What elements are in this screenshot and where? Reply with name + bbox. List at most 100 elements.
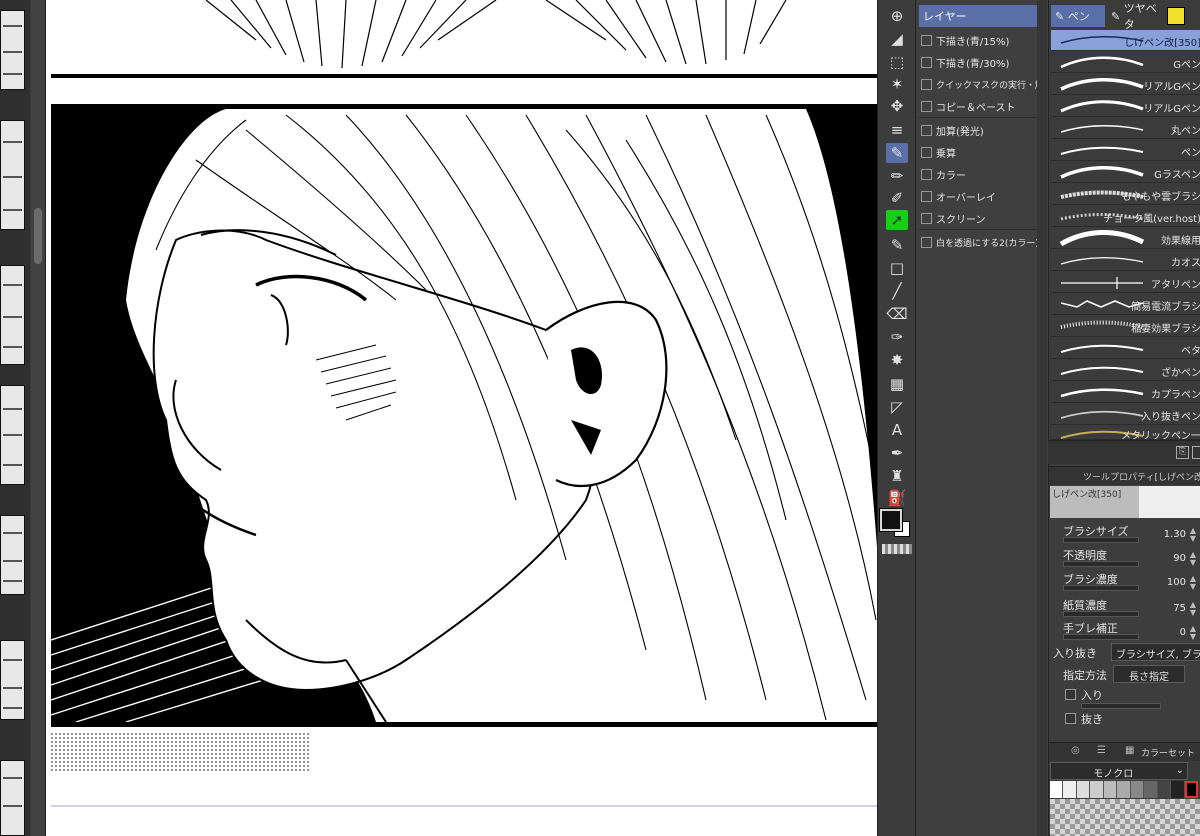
line-tool-icon[interactable]: ╱ xyxy=(886,281,908,301)
brush-item[interactable]: 稲妻効果ブラシ xyxy=(1051,316,1200,337)
auto-action-scrollbar[interactable] xyxy=(1037,0,1047,836)
eraser-tool-icon[interactable]: ⌫ xyxy=(886,304,908,324)
color-swatch[interactable] xyxy=(1076,781,1091,798)
brush-item[interactable]: メタリックペン一 xyxy=(1051,426,1200,440)
brush-tool-icon[interactable]: ✐ xyxy=(886,188,908,208)
brush-item[interactable]: アタリペン xyxy=(1051,272,1200,293)
transparent-color-swatch[interactable] xyxy=(882,544,912,554)
text-tool-icon[interactable]: A xyxy=(886,420,908,440)
paper-texture-value[interactable]: 75 xyxy=(1173,603,1186,614)
brush-item[interactable]: 効果線用 xyxy=(1051,228,1200,249)
brush-density-value[interactable]: 100 xyxy=(1167,577,1186,588)
page-strip-scrollbar[interactable] xyxy=(31,0,45,836)
brush-item[interactable]: Gラスペン xyxy=(1051,162,1200,183)
effect-line-tool-icon[interactable]: ✸ xyxy=(886,350,908,370)
auto-select-tool-icon[interactable]: ✶ xyxy=(886,74,908,94)
copy-subtool-icon[interactable]: ⎘ xyxy=(1176,446,1189,459)
spin-arrows-icon[interactable]: ▲ ▼ xyxy=(1188,551,1198,567)
auto-action-item[interactable]: 白を透過にする2(カラー) xyxy=(919,231,1046,253)
brush-item[interactable]: 丸ペン xyxy=(1051,118,1200,139)
paper-texture-slider[interactable] xyxy=(1063,611,1139,617)
auto-action-item[interactable]: カラー xyxy=(919,163,1046,185)
transparent-swatch-area[interactable] xyxy=(1050,799,1200,836)
spin-arrows-icon[interactable]: ▲ ▼ xyxy=(1188,601,1198,617)
brush-item[interactable]: ベタ xyxy=(1051,338,1200,359)
brush-item[interactable]: ざかペン xyxy=(1051,360,1200,381)
taper-end-checkbox[interactable] xyxy=(1065,713,1076,724)
zoom-tool-icon[interactable]: ⊕ xyxy=(886,6,908,26)
correction-tool-icon[interactable]: ✒ xyxy=(886,443,908,463)
auto-action-item[interactable]: 加算(発光) xyxy=(919,119,1046,141)
taper-target-field[interactable]: ブラシサイズ, ブラシ濃度 xyxy=(1111,643,1200,661)
taper-start-slider[interactable] xyxy=(1081,703,1161,709)
color-swatch[interactable] xyxy=(1103,781,1118,798)
pen-tool-icon[interactable]: ✎ xyxy=(886,143,908,163)
page-thumbnail[interactable] xyxy=(0,10,25,90)
opacity-value[interactable]: 90 xyxy=(1173,553,1186,564)
brush-item[interactable]: リアルGペン xyxy=(1051,96,1200,117)
auto-action-set-selector[interactable]: レイヤー xyxy=(919,5,1046,27)
color-swatch[interactable] xyxy=(1117,781,1131,798)
brush-item[interactable]: ペン xyxy=(1051,140,1200,161)
brush-item[interactable]: カオス xyxy=(1051,250,1200,271)
page-thumbnail[interactable] xyxy=(0,120,25,230)
color-swatch[interactable] xyxy=(1157,781,1172,798)
taper-start-checkbox[interactable] xyxy=(1065,689,1076,700)
brush-item[interactable]: もやもや雲ブラシ xyxy=(1051,184,1200,205)
operation-tool-icon[interactable]: ◢ xyxy=(886,29,908,49)
auto-action-item[interactable]: コピー＆ペースト xyxy=(919,95,1046,117)
brush-size-slider[interactable] xyxy=(1063,537,1139,543)
brush-item[interactable]: 簡易電流ブラシ xyxy=(1051,294,1200,315)
page-thumbnail[interactable] xyxy=(0,515,25,595)
pencil-tool-icon[interactable]: ✏ xyxy=(886,166,908,186)
color-set-dropdown[interactable]: モノクロ ⌄ xyxy=(1050,762,1188,780)
color-set-tab-icon[interactable]: ▦ xyxy=(1125,745,1134,756)
figure-tool-icon[interactable]: □ xyxy=(886,258,908,278)
color-swatch[interactable] xyxy=(1063,781,1077,798)
brush-size-value[interactable]: 1.30 xyxy=(1164,529,1186,540)
auto-action-item[interactable]: 乗算 xyxy=(919,141,1046,163)
auto-action-item[interactable]: 下描き(青/15%) xyxy=(919,29,1046,51)
stabilization-slider[interactable] xyxy=(1063,634,1139,640)
spin-arrows-icon[interactable]: ▲ ▼ xyxy=(1188,625,1198,641)
move-tool-icon[interactable]: ✥ xyxy=(886,96,908,116)
frame-tool-icon[interactable]: ◸ xyxy=(886,397,908,417)
stamp-tool-icon[interactable]: ♜ xyxy=(886,466,908,486)
page-thumbnail[interactable] xyxy=(0,640,25,720)
auto-action-item[interactable]: クイックマスクの実行・解除 xyxy=(919,73,1046,95)
color-swatch[interactable] xyxy=(1130,781,1145,798)
custom-tab-icon[interactable] xyxy=(1167,7,1185,25)
page-thumbnail[interactable] xyxy=(0,760,25,836)
brush-density-slider[interactable] xyxy=(1063,585,1139,591)
spin-arrows-icon[interactable]: ▲ ▼ xyxy=(1188,575,1198,591)
auto-action-item[interactable]: オーバーレイ xyxy=(919,185,1046,207)
delete-subtool-icon[interactable] xyxy=(1192,446,1200,459)
color-swatch[interactable] xyxy=(1050,781,1064,798)
foreground-color-swatch[interactable] xyxy=(879,508,903,532)
decoration-tool-icon[interactable]: ✎ xyxy=(886,235,908,255)
brush-item[interactable]: カプラペン xyxy=(1051,382,1200,403)
stabilization-value[interactable]: 0 xyxy=(1180,627,1186,638)
brush-item[interactable]: リアルGペン xyxy=(1051,74,1200,95)
color-wheel-tab-icon[interactable]: ◎ xyxy=(1071,745,1080,756)
brush-item[interactable]: Gペン xyxy=(1051,52,1200,73)
color-set-title[interactable]: カラーセット xyxy=(1141,746,1195,759)
auto-action-item[interactable]: スクリーン xyxy=(919,207,1046,229)
color-slider-tab-icon[interactable]: ☰ xyxy=(1097,745,1106,756)
brush-item[interactable]: しげペン改[350] xyxy=(1051,30,1200,51)
fill-tool-icon[interactable]: ⛽ xyxy=(886,488,908,508)
page-thumbnail[interactable] xyxy=(0,385,25,485)
airbrush-tool-icon[interactable]: ➚ xyxy=(886,210,908,230)
gradient-tool-icon[interactable]: ▦ xyxy=(886,374,908,394)
brush-item[interactable]: チョーク風(ver.host) xyxy=(1051,206,1200,227)
color-swatch[interactable] xyxy=(1144,781,1158,798)
color-swatch[interactable] xyxy=(1184,781,1198,798)
color-swatch[interactable] xyxy=(1090,781,1104,798)
tab-tsuyabeta[interactable]: ✎ ツヤベタ xyxy=(1107,2,1165,31)
layer-move-tool-icon[interactable]: ≡ xyxy=(886,120,908,140)
method-dropdown[interactable]: 長さ指定 xyxy=(1113,665,1185,683)
opacity-slider[interactable] xyxy=(1063,561,1139,567)
scrollbar-thumb[interactable] xyxy=(34,208,42,264)
drawing-canvas[interactable] xyxy=(45,0,877,836)
brush-item[interactable]: 入り抜きペン xyxy=(1051,404,1200,425)
